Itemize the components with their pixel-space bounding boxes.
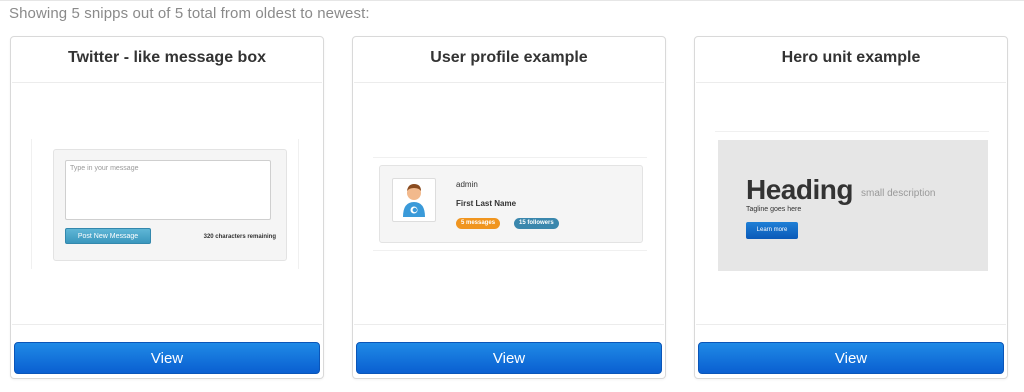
message-textarea-preview: Type in your message xyxy=(65,160,271,220)
hero-small-description: small description xyxy=(861,188,936,199)
snipp-card-hero-unit: Hero unit example Heading small descript… xyxy=(694,36,1008,379)
divider xyxy=(12,324,322,325)
divider xyxy=(12,82,322,83)
user-avatar-icon xyxy=(403,184,425,217)
snipp-card-twitter: Twitter - like message box Type in your … xyxy=(10,36,324,379)
top-divider xyxy=(0,0,1024,1)
view-button[interactable]: View xyxy=(698,342,1004,374)
snipp-card-user-profile: User profile example admin First Last Na… xyxy=(352,36,666,379)
card-title: Twitter - like message box xyxy=(68,49,266,66)
divider xyxy=(696,324,1006,325)
messages-badge: 5 messages xyxy=(456,218,501,229)
snipps-summary: Showing 5 snipps out of 5 total from old… xyxy=(9,5,370,22)
twitter-preview: Type in your message Post New Message 32… xyxy=(53,149,287,261)
card-title: Hero unit example xyxy=(781,49,921,66)
characters-remaining: 320 characters remaining xyxy=(203,234,276,240)
divider xyxy=(354,324,664,325)
view-button[interactable]: View xyxy=(356,342,662,374)
followers-badge: 15 followers xyxy=(514,218,559,229)
divider xyxy=(696,82,1006,83)
avatar xyxy=(392,178,436,222)
learn-more-button-preview: Learn more xyxy=(746,222,798,239)
profile-preview: admin First Last Name 5 messages 15 foll… xyxy=(379,165,643,243)
profile-username: admin xyxy=(456,180,478,189)
hero-tagline: Tagline goes here xyxy=(746,206,802,213)
hero-heading: Heading xyxy=(746,174,853,205)
divider xyxy=(354,82,664,83)
card-title: User profile example xyxy=(430,49,588,66)
post-message-button-preview: Post New Message xyxy=(65,228,151,244)
view-button[interactable]: View xyxy=(14,342,320,374)
profile-full-name: First Last Name xyxy=(456,199,517,208)
hero-preview: Heading small description Tagline goes h… xyxy=(718,140,988,271)
